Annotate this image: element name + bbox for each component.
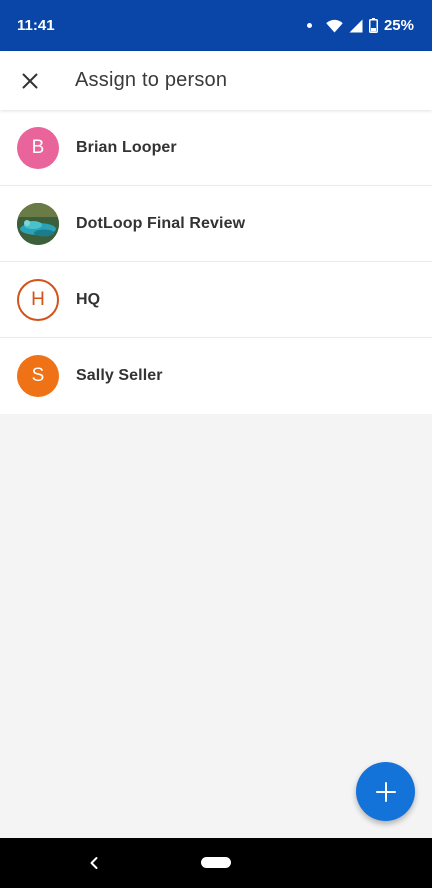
battery-icon — [368, 18, 378, 33]
contact-name: Sally Seller — [76, 367, 163, 384]
avatar: B — [17, 126, 59, 169]
page-title: Assign to person — [75, 69, 228, 91]
status-icons: 25% — [306, 17, 414, 34]
list-item-sally-seller[interactable]: S Sally Seller — [0, 338, 432, 414]
list-item-hq[interactable]: H HQ — [0, 262, 432, 338]
avatar-initial: B — [31, 136, 45, 158]
wifi-icon — [326, 19, 343, 33]
app-bar: Assign to person — [0, 51, 432, 110]
notification-dot-icon — [306, 23, 312, 28]
avatar: H — [17, 278, 59, 321]
plus-icon — [375, 781, 396, 802]
list-item-dotloop-final-review[interactable]: DotLoop Final Review — [0, 186, 432, 262]
home-button[interactable] — [201, 857, 231, 868]
close-icon — [22, 73, 38, 88]
avatar-initial: S — [31, 365, 45, 386]
battery-percent: 25% — [383, 17, 414, 34]
contact-name: HQ — [76, 290, 101, 308]
back-chevron-icon — [90, 857, 98, 869]
contact-name: DotLoop Final Review — [76, 214, 246, 232]
add-person-button[interactable] — [356, 762, 415, 821]
status-time: 11:41 — [17, 17, 55, 34]
close-button[interactable] — [0, 51, 60, 110]
back-button[interactable] — [84, 852, 104, 874]
avatar-photo — [17, 202, 59, 245]
avatar: S — [17, 355, 59, 397]
contact-name: Brian Looper — [76, 138, 177, 156]
avatar-initial: H — [31, 288, 45, 310]
contact-list: B Brian Looper DotLoop Final Review H HQ… — [0, 110, 432, 414]
system-nav-bar — [0, 838, 432, 888]
snake-photo-icon — [17, 202, 59, 245]
status-bar: 11:41 25% — [0, 0, 432, 51]
cell-signal-icon — [349, 19, 363, 33]
list-item-brian-looper[interactable]: B Brian Looper — [0, 110, 432, 186]
